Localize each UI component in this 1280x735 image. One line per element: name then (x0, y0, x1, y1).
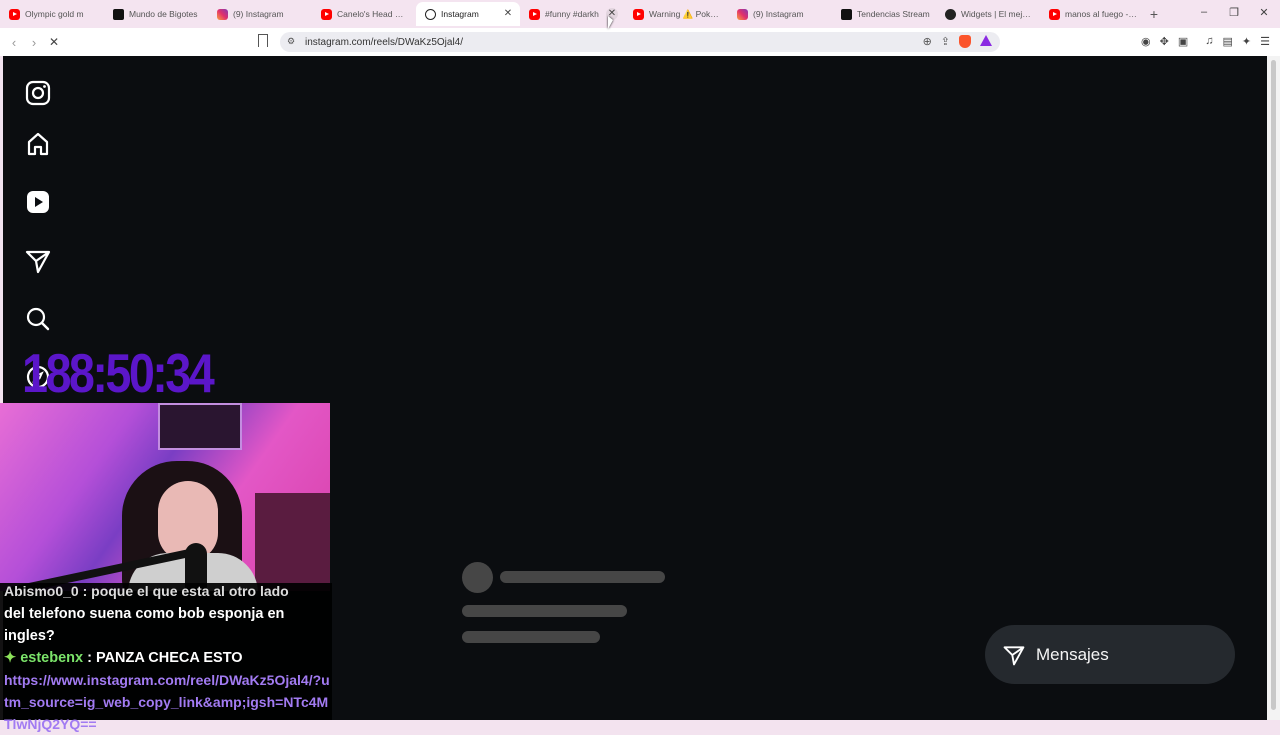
tab-label: Mundo de Bigotes (129, 9, 198, 19)
chat-line: del telefono suena como bob esponja en i… (4, 606, 285, 644)
forward-button[interactable]: › (24, 35, 44, 50)
skeleton-line (500, 571, 665, 583)
wallet-panel-icon[interactable]: ▤ (1223, 35, 1233, 48)
youtube-icon (1049, 8, 1060, 20)
skeleton-line (462, 605, 627, 617)
address-bar[interactable]: ⚙ instagram.com/reels/DWaKz5Ojal4/ ⊕ ⇪ (280, 32, 1000, 52)
tab-label: Warning ⚠️ Pokém (649, 8, 722, 19)
browser-tab[interactable]: Tendencias Stream (832, 2, 936, 26)
back-button[interactable]: ‹ (4, 35, 24, 50)
bookmark-icon[interactable] (258, 34, 268, 47)
tab-label: Tendencias Stream (857, 9, 930, 19)
chat-link[interactable]: https://www.instagram.com/reel/DWaKz5Oja… (4, 669, 332, 735)
tab-label: Widgets | El mejor s (961, 9, 1034, 19)
browser-tab[interactable]: Canelo's Head Mov (312, 2, 416, 26)
youtube-icon (633, 8, 644, 20)
close-tab-icon[interactable]: ✕ (502, 8, 514, 20)
x-icon (113, 8, 124, 20)
extensions-icon[interactable]: ✥ (1160, 35, 1169, 48)
tab-label: Instagram (441, 9, 479, 19)
webcam-overlay (0, 403, 330, 591)
tab-label: manos al fuego - Yo (1065, 9, 1138, 19)
chat-username: estebenx (20, 650, 84, 666)
screenshot-icon[interactable]: ▣ (1178, 35, 1188, 48)
brave-shields-icon[interactable] (959, 35, 971, 48)
stream-chat-overlay: Abismo0_0 : poque el que esta al otro la… (0, 583, 332, 732)
media-icon[interactable]: ♫ (1205, 35, 1213, 48)
browser-tab[interactable]: (9) Instagram (208, 2, 312, 26)
menu-icon[interactable]: ☰ (1260, 35, 1270, 48)
direct-messages-icon (1003, 645, 1025, 665)
url-text: instagram.com/reels/DWaKz5Ojal4/ (305, 36, 464, 48)
wallet-icon[interactable]: ◉ (1141, 35, 1151, 48)
zoom-icon[interactable]: ⊕ (923, 35, 932, 48)
tab-strip: Olympic gold m Mundo de Bigotes (9) Instag… (0, 0, 1280, 28)
skeleton-line (462, 631, 600, 643)
tab-label: (9) Instagram (233, 9, 284, 19)
chat-text: : PANZA CHECA ESTO (83, 650, 243, 666)
browser-tab[interactable]: Mundo de Bigotes (104, 2, 208, 26)
close-window-button[interactable]: ✕ (1256, 6, 1272, 19)
youtube-icon (321, 8, 332, 20)
skeleton-avatar (462, 562, 493, 593)
instagram-logo-icon[interactable] (24, 79, 52, 107)
scrollbar[interactable] (1267, 56, 1280, 720)
minimize-button[interactable]: – (1196, 6, 1212, 18)
browser-tab[interactable]: Olympic gold m (0, 2, 104, 26)
navigation-bar: ‹ › ✕ ⚙ instagram.com/reels/DWaKz5Ojal4/… (0, 28, 1280, 56)
gem-icon: ✦ (4, 650, 17, 666)
youtube-icon (529, 8, 540, 20)
direct-messages-icon[interactable] (24, 247, 52, 275)
messages-label: Mensajes (1036, 644, 1109, 664)
site-info-icon[interactable]: ⚙ (287, 36, 299, 48)
mouse-cursor (608, 16, 613, 29)
chat-message: ✦ estebenx : PANZA CHECA ESTO (4, 647, 332, 669)
restore-button[interactable]: ❐ (1226, 6, 1242, 19)
stop-loading-button[interactable]: ✕ (44, 35, 64, 49)
wall-poster (158, 403, 242, 450)
browser-tab[interactable]: Instagram ✕ (416, 2, 520, 26)
x-icon (841, 8, 852, 20)
messages-button[interactable]: Mensajes (985, 625, 1235, 684)
youtube-icon (9, 8, 20, 20)
instagram-icon (737, 8, 748, 20)
tab-label: (9) Instagram (753, 9, 804, 19)
github-icon (945, 8, 956, 20)
tab-label: Olympic gold m (25, 9, 84, 19)
leo-ai-icon[interactable]: ✦ (1242, 35, 1251, 48)
browser-tab[interactable]: Widgets | El mejor s (936, 2, 1040, 26)
browser-tab[interactable]: Warning ⚠️ Pokém (624, 2, 728, 26)
instagram-icon (217, 8, 228, 20)
browser-tab[interactable]: manos al fuego - Yo (1040, 2, 1144, 26)
chat-partial-line: Abismo0_0 : poque el que esta al otro la… (4, 583, 289, 599)
tab-label: #funny #darkh (545, 9, 599, 19)
reels-icon[interactable] (24, 188, 52, 216)
chair (255, 493, 330, 591)
home-icon[interactable] (24, 130, 52, 158)
search-icon[interactable] (24, 305, 52, 333)
brave-rewards-icon[interactable] (980, 35, 992, 46)
tab-label: Canelo's Head Mov (337, 9, 410, 19)
new-tab-button[interactable]: + (1144, 6, 1164, 22)
share-icon[interactable]: ⇪ (941, 35, 950, 48)
threads-icon (425, 8, 436, 20)
browser-tab[interactable]: (9) Instagram (728, 2, 832, 26)
scrollbar-thumb[interactable] (1271, 60, 1276, 710)
stream-timer: 188:50:34 (22, 342, 215, 404)
